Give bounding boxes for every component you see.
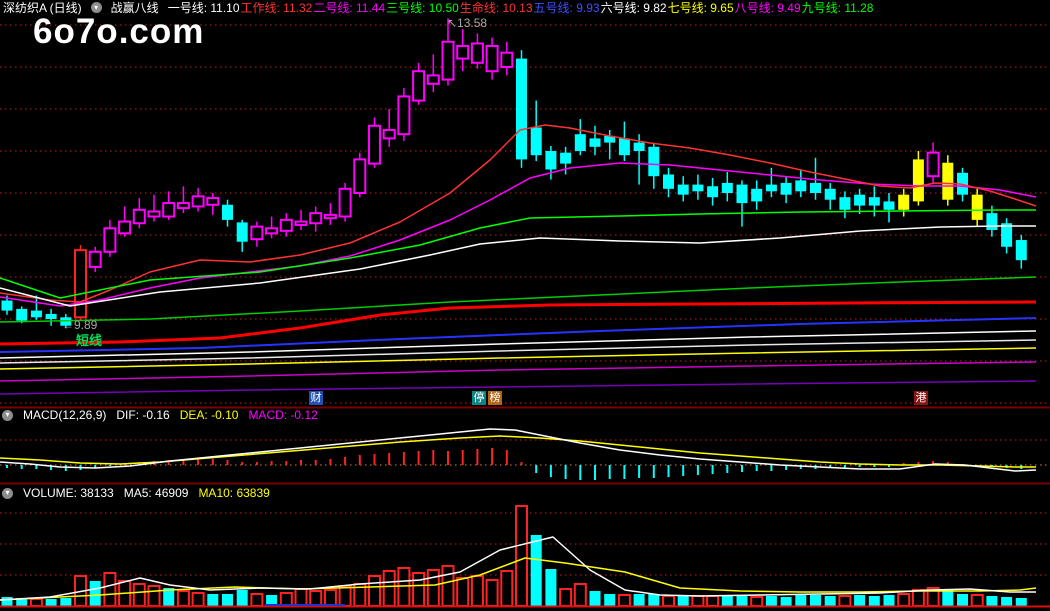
- indicator-line-value: 一号线: 11.10: [167, 1, 240, 15]
- chevron-down-icon[interactable]: ▾: [90, 2, 102, 13]
- indicator-line-value: 工作线: 11.32: [240, 1, 313, 15]
- event-marker[interactable]: 停: [472, 391, 486, 405]
- macd-dif-value: DIF: -0.16: [116, 408, 170, 422]
- indicator-line-value: 六号线: 9.82: [600, 1, 667, 15]
- chevron-down-icon[interactable]: ▾: [2, 487, 13, 499]
- high-price-annotation: ↖13.58: [447, 16, 488, 30]
- event-marker[interactable]: 榜: [488, 391, 502, 405]
- macd-panel-header: ▾ MACD(12,26,9) DIF: -0.16 DEA: -0.10 MA…: [2, 408, 318, 422]
- indicator-name: 战赢八线: [110, 1, 159, 15]
- volume-panel-header: ▾ VOLUME: 38133 MA5: 46909 MA10: 63839: [2, 486, 270, 500]
- indicator-line-value: 九号线: 11.28: [801, 1, 874, 15]
- event-marker[interactable]: 港: [914, 391, 928, 405]
- watermark-logo: 6o7o.com: [33, 12, 205, 51]
- indicator-line-value: 二号线: 11.44: [313, 1, 386, 15]
- volume-ma5-value: MA5: 46909: [123, 486, 189, 500]
- short-line-signal-label: 短线: [76, 333, 103, 348]
- macd-title: MACD(12,26,9): [23, 408, 107, 422]
- indicator-line-value: 七号线: 9.65: [667, 1, 734, 15]
- trading-app-window: { "header": { "title": "深纺织A (日线)", "ind…: [0, 0, 1050, 611]
- macd-macd-value: MACD: -0.12: [248, 408, 318, 422]
- chevron-down-icon[interactable]: ▾: [2, 409, 13, 421]
- macd-dea-value: DEA: -0.10: [179, 408, 239, 422]
- indicator-line-value: 三号线: 10.50: [386, 1, 459, 15]
- indicator-line-value: 生命线: 10.13: [459, 1, 533, 15]
- stock-title: 深纺织A (日线): [3, 1, 82, 15]
- event-marker[interactable]: 财: [309, 391, 323, 405]
- indicator-header-bar: 深纺织A (日线) ▾ 战赢八线 一号线: 11.10工作线: 11.32二号线…: [0, 0, 1050, 15]
- volume-ma10-value: MA10: 63839: [198, 486, 270, 500]
- chart-canvas: [0, 18, 1050, 608]
- indicator-line-value: 八号线: 9.49: [734, 1, 801, 15]
- volume-value: VOLUME: 38133: [23, 486, 114, 500]
- indicator-readout: 一号线: 11.10工作线: 11.32二号线: 11.44三号线: 10.50…: [168, 0, 875, 16]
- indicator-line-value: 五号线: 9.93: [533, 1, 600, 15]
